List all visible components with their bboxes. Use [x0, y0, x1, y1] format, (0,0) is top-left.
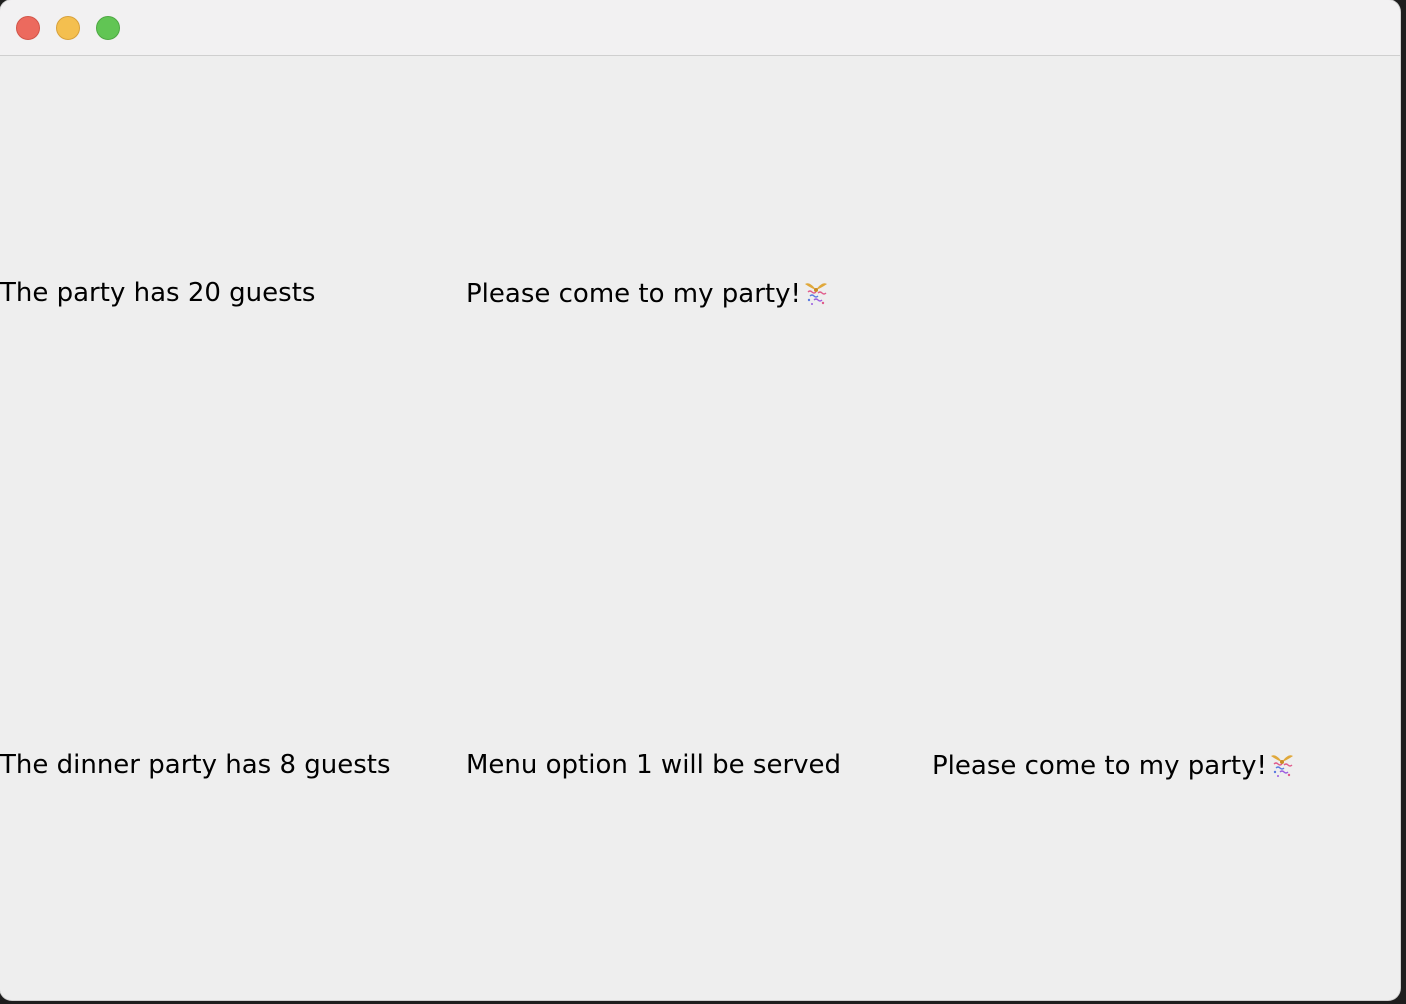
menu-option-label: Menu option 1 will be served [466, 750, 841, 780]
content-panel: The party has 20 guests Please come to m… [0, 56, 1400, 1000]
dinner-invitation-label: Please come to my party! [932, 750, 1296, 781]
menu-option-text: Menu option 1 will be served [466, 750, 842, 780]
party-guests-text: The party has 20 guests [0, 278, 316, 308]
dinner-invitation-text: Please come to my party! [932, 751, 1267, 781]
app-window: The party has 20 guests Please come to m… [0, 0, 1400, 1000]
invitation-label: Please come to my party! [466, 278, 830, 309]
minimize-window-button[interactable] [56, 16, 80, 40]
dinner-guests-text: The dinner party has 8 guests [0, 750, 391, 780]
invitation-text: Please come to my party! [466, 279, 801, 309]
dinner-guests-label: The dinner party has 8 guests [0, 750, 391, 780]
close-window-button[interactable] [16, 16, 40, 40]
party-guests-label: The party has 20 guests [0, 278, 315, 308]
party-popper-icon [1270, 755, 1293, 777]
zoom-window-button[interactable] [96, 16, 120, 40]
party-popper-icon [804, 283, 827, 305]
title-bar[interactable] [0, 0, 1400, 56]
